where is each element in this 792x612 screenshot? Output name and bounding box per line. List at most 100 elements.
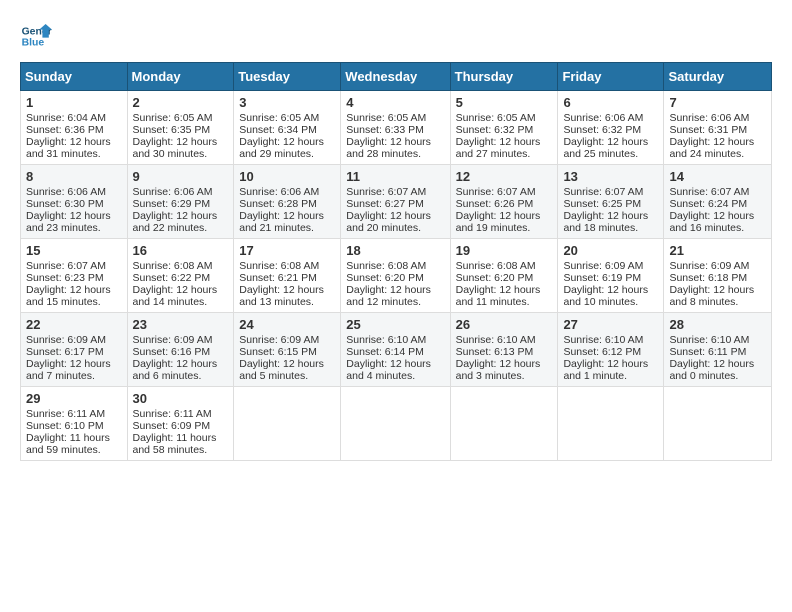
day-info: Sunrise: 6:11 AM: [133, 408, 229, 420]
day-info: Daylight: 12 hours and 30 minutes.: [133, 136, 229, 160]
day-info: Sunrise: 6:05 AM: [346, 112, 444, 124]
day-info: Daylight: 12 hours and 6 minutes.: [133, 358, 229, 382]
day-info: Sunset: 6:20 PM: [456, 272, 553, 284]
day-info: Sunrise: 6:09 AM: [669, 260, 766, 272]
day-info: Daylight: 12 hours and 12 minutes.: [346, 284, 444, 308]
day-number: 11: [346, 169, 444, 184]
day-info: Sunset: 6:26 PM: [456, 198, 553, 210]
day-info: Sunset: 6:31 PM: [669, 124, 766, 136]
day-cell: 27Sunrise: 6:10 AMSunset: 6:12 PMDayligh…: [558, 313, 664, 387]
day-info: Daylight: 12 hours and 3 minutes.: [456, 358, 553, 382]
day-info: Daylight: 12 hours and 31 minutes.: [26, 136, 122, 160]
day-info: Sunset: 6:32 PM: [456, 124, 553, 136]
day-number: 22: [26, 317, 122, 332]
week-row-4: 22 Sunrise: 6:09 AM Sunset: 6:17 PM Dayligh…: [21, 313, 772, 387]
day-info: Daylight: 12 hours and 24 minutes.: [669, 136, 766, 160]
day-number: 7: [669, 95, 766, 110]
day-info: Daylight: 12 hours and 20 minutes.: [346, 210, 444, 234]
day-number: 18: [346, 243, 444, 258]
day-info: Sunrise: 6:09 AM: [239, 334, 335, 346]
calendar-table: SundayMondayTuesdayWednesdayThursdayFrid…: [20, 62, 772, 461]
day-info: Daylight: 12 hours and 28 minutes.: [346, 136, 444, 160]
day-number: 5: [456, 95, 553, 110]
day-info: Sunrise: 6:10 AM: [669, 334, 766, 346]
day-number: 21: [669, 243, 766, 258]
header-thursday: Thursday: [450, 63, 558, 91]
day-info: Sunset: 6:20 PM: [346, 272, 444, 284]
day-cell: 4Sunrise: 6:05 AMSunset: 6:33 PMDaylight…: [341, 91, 450, 165]
day-number: 9: [133, 169, 229, 184]
day-info: Sunrise: 6:09 AM: [133, 334, 229, 346]
svg-text:Blue: Blue: [22, 38, 45, 49]
day-info: Sunset: 6:21 PM: [239, 272, 335, 284]
day-cell: 1Sunrise: 6:04 AMSunset: 6:36 PMDaylight…: [21, 91, 128, 165]
day-number: 19: [456, 243, 553, 258]
day-cell: 16Sunrise: 6:08 AMSunset: 6:22 PMDayligh…: [127, 239, 234, 313]
day-cell: 14Sunrise: 6:07 AMSunset: 6:24 PMDayligh…: [664, 165, 772, 239]
day-cell: 24Sunrise: 6:09 AMSunset: 6:15 PMDayligh…: [234, 313, 341, 387]
day-number: 12: [456, 169, 553, 184]
day-number: 20: [563, 243, 658, 258]
day-info: Sunset: 6:09 PM: [133, 420, 229, 432]
day-info: Sunset: 6:25 PM: [563, 198, 658, 210]
day-cell: 29Sunrise: 6:11 AMSunset: 6:10 PMDayligh…: [21, 387, 128, 461]
day-info: Sunset: 6:11 PM: [669, 346, 766, 358]
day-cell: [341, 387, 450, 461]
day-info: Sunrise: 6:04 AM: [26, 112, 122, 124]
day-cell: 9Sunrise: 6:06 AMSunset: 6:29 PMDaylight…: [127, 165, 234, 239]
day-info: Sunset: 6:17 PM: [26, 346, 122, 358]
day-info: Sunrise: 6:07 AM: [346, 186, 444, 198]
day-info: Daylight: 11 hours and 58 minutes.: [133, 432, 229, 456]
day-info: Daylight: 12 hours and 5 minutes.: [239, 358, 335, 382]
header-friday: Friday: [558, 63, 664, 91]
day-number: 28: [669, 317, 766, 332]
day-cell: 17Sunrise: 6:08 AMSunset: 6:21 PMDayligh…: [234, 239, 341, 313]
day-info: Sunset: 6:14 PM: [346, 346, 444, 358]
day-number: 15: [26, 243, 122, 258]
day-cell: 7 Sunrise: 6:06 AMSunset: 6:31 PMDaylight…: [664, 91, 772, 165]
day-info: Daylight: 11 hours and 59 minutes.: [26, 432, 122, 456]
day-info: Daylight: 12 hours and 21 minutes.: [239, 210, 335, 234]
day-info: Daylight: 12 hours and 13 minutes.: [239, 284, 335, 308]
day-info: Daylight: 12 hours and 27 minutes.: [456, 136, 553, 160]
day-cell: 6Sunrise: 6:06 AMSunset: 6:32 PMDaylight…: [558, 91, 664, 165]
day-number: 10: [239, 169, 335, 184]
header-wednesday: Wednesday: [341, 63, 450, 91]
day-info: Sunset: 6:33 PM: [346, 124, 444, 136]
week-row-2: 8Sunrise: 6:06 AMSunset: 6:30 PMDaylight…: [21, 165, 772, 239]
day-info: Sunset: 6:13 PM: [456, 346, 553, 358]
day-info: Daylight: 12 hours and 25 minutes.: [563, 136, 658, 160]
day-cell: 19Sunrise: 6:08 AMSunset: 6:20 PMDayligh…: [450, 239, 558, 313]
day-info: Daylight: 12 hours and 11 minutes.: [456, 284, 553, 308]
day-number: 14: [669, 169, 766, 184]
day-number: 29: [26, 391, 122, 406]
day-number: 16: [133, 243, 229, 258]
day-number: 8: [26, 169, 122, 184]
day-cell: 15Sunrise: 6:07 AMSunset: 6:23 PMDayligh…: [21, 239, 128, 313]
day-info: Sunrise: 6:07 AM: [456, 186, 553, 198]
day-info: Sunrise: 6:10 AM: [346, 334, 444, 346]
day-cell: [450, 387, 558, 461]
day-info: Sunset: 6:32 PM: [563, 124, 658, 136]
day-info: Sunrise: 6:10 AM: [456, 334, 553, 346]
day-info: Sunrise: 6:06 AM: [669, 112, 766, 124]
day-info: Daylight: 12 hours and 0 minutes.: [669, 358, 766, 382]
day-info: Sunset: 6:27 PM: [346, 198, 444, 210]
day-info: Daylight: 12 hours and 10 minutes.: [563, 284, 658, 308]
day-info: Daylight: 12 hours and 14 minutes.: [133, 284, 229, 308]
header-saturday: Saturday: [664, 63, 772, 91]
day-info: Sunrise: 6:08 AM: [239, 260, 335, 272]
day-info: Sunrise: 6:07 AM: [563, 186, 658, 198]
day-cell: 13Sunrise: 6:07 AMSunset: 6:25 PMDayligh…: [558, 165, 664, 239]
day-info: Sunrise: 6:05 AM: [456, 112, 553, 124]
day-cell: 28 Sunrise: 6:10 AMSunset: 6:11 PMDayligh…: [664, 313, 772, 387]
day-info: Daylight: 12 hours and 1 minute.: [563, 358, 658, 382]
week-row-1: 1Sunrise: 6:04 AMSunset: 6:36 PMDaylight…: [21, 91, 772, 165]
day-cell: [234, 387, 341, 461]
day-info: Sunrise: 6:06 AM: [133, 186, 229, 198]
day-info: Sunrise: 6:06 AM: [239, 186, 335, 198]
day-info: Sunset: 6:24 PM: [669, 198, 766, 210]
day-info: Daylight: 12 hours and 16 minutes.: [669, 210, 766, 234]
day-info: Sunset: 6:18 PM: [669, 272, 766, 284]
day-cell: 18Sunrise: 6:08 AMSunset: 6:20 PMDayligh…: [341, 239, 450, 313]
